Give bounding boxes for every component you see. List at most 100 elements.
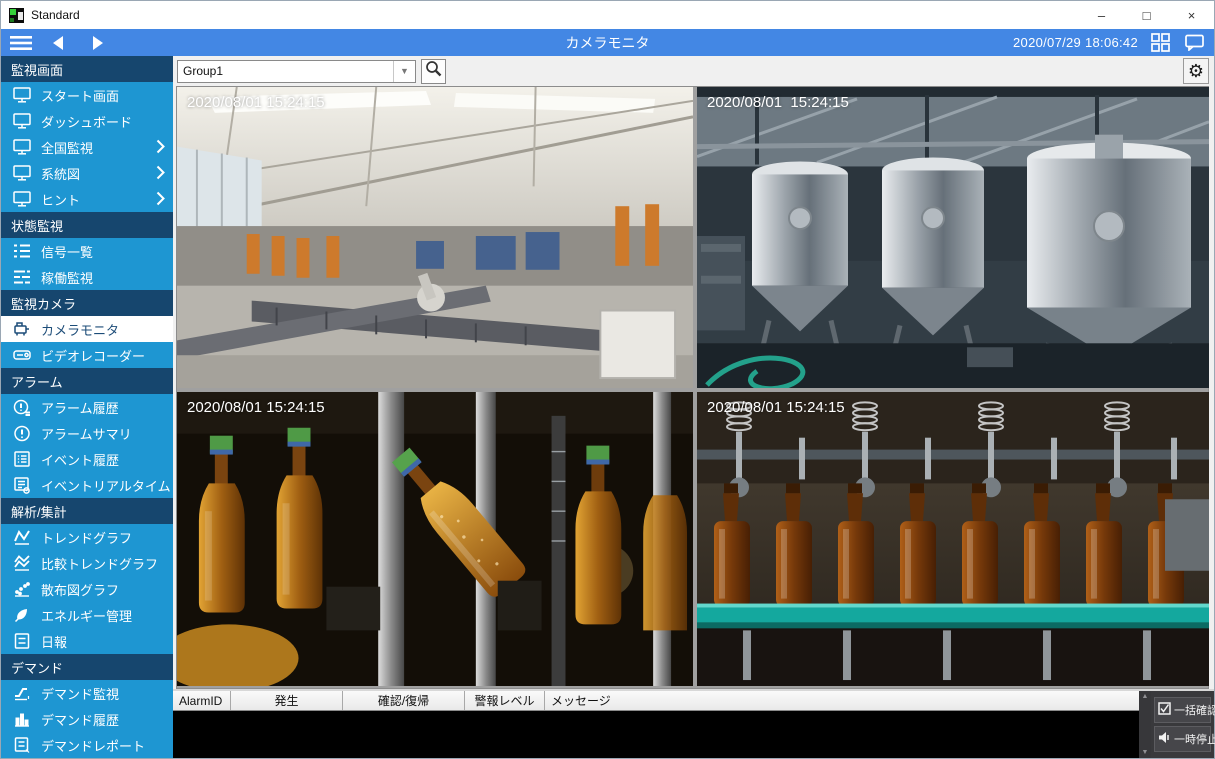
camera3-timestamp: 2020/08/01 15:24:15 [187,399,325,416]
window-title: Standard [31,8,1079,22]
confirm-all-button[interactable]: 一括確認 [1154,697,1211,723]
checkbox-checked-icon [1158,702,1171,718]
camera2-timestamp: 2020/08/01 15:24:15 [707,94,849,111]
monitor-icon [12,87,32,104]
sidebar-item-video-recorder[interactable]: ビデオレコーダー [1,342,173,368]
event-history-icon [12,451,32,468]
sidebar: 監視画面 スタート画面 ダッシュボード 全国監視 系統図 ヒント [1,56,173,758]
sidebar-item-system-diagram[interactable]: 系統図 [1,160,173,186]
camera2-scene-steel-tanks [697,87,1209,388]
speaker-pause-icon [1158,731,1171,747]
minimize-button[interactable]: – [1079,1,1124,29]
camera-toolbar: Group1 ▼ ⚙ [173,56,1214,86]
layout-grid-icon[interactable] [1148,32,1172,54]
sidebar-item-demand-report[interactable]: デマンドレポート [1,732,173,758]
sidebar-section-status-monitor: 状態監視 [1,212,173,238]
chevron-right-icon [156,139,165,157]
sidebar-item-compare-trend-graph[interactable]: 比較トレンドグラフ [1,550,173,576]
demand-history-icon [12,711,32,728]
sidebar-section-demand: デマンド [1,654,173,680]
sidebar-item-alarm-history[interactable]: アラーム履歴 [1,394,173,420]
event-realtime-icon [12,477,32,494]
sidebar-item-nationwide-monitor[interactable]: 全国監視 [1,134,173,160]
sidebar-item-demand-monitor[interactable]: デマンド監視 [1,680,173,706]
camera-feed-2[interactable]: 2020/08/01 15:24:15 [697,87,1209,388]
group-select[interactable]: Group1 ▼ [177,60,416,83]
sidebar-section-analysis: 解析/集計 [1,498,173,524]
camera-feed-4[interactable]: 2020/08/01 15:24:15 [697,392,1209,686]
camera-grid-wrapper: 2020/08/01 15:24:15 [173,86,1214,689]
alarm-list-empty [173,711,1139,758]
scroll-down-icon[interactable]: ▼ [1142,749,1149,756]
title-bar: Standard – □ × [1,1,1214,29]
sidebar-item-event-realtime[interactable]: イベントリアルタイム [1,472,173,498]
video-recorder-icon [12,347,32,364]
sidebar-item-start-screen[interactable]: スタート画面 [1,82,173,108]
alarm-history-icon [12,399,32,416]
sidebar-section-alarm: アラーム [1,368,173,394]
camera1-timestamp: 2020/08/01 15:24:15 [187,94,325,111]
sidebar-item-event-history[interactable]: イベント履歴 [1,446,173,472]
alarm-table: AlarmID 発生 確認/復帰 警報レベル メッセージ [173,691,1139,758]
alarm-summary-icon [12,425,32,442]
dropdown-arrow-icon: ▼ [393,61,415,82]
speech-bubble-icon[interactable] [1182,32,1206,54]
forward-icon[interactable] [85,32,109,54]
sidebar-section-camera: 監視カメラ [1,290,173,316]
sidebar-item-hint[interactable]: ヒント [1,186,173,212]
search-button[interactable] [421,59,446,84]
sidebar-item-trend-graph[interactable]: トレンドグラフ [1,524,173,550]
col-alarm-id[interactable]: AlarmID [173,691,231,710]
compare-trend-icon [12,555,32,572]
sidebar-item-scatter-graph[interactable]: 散布図グラフ [1,576,173,602]
monitor-icon [12,139,32,156]
scatter-graph-icon [12,581,32,598]
col-message[interactable]: メッセージ [545,691,1139,710]
camera-feed-1[interactable]: 2020/08/01 15:24:15 [177,87,693,388]
sidebar-section-monitor-screens: 監視画面 [1,56,173,82]
monitor-icon [12,191,32,208]
pause-button[interactable]: 一時停止 [1154,726,1211,752]
col-confirm-restore[interactable]: 確認/復帰 [343,691,465,710]
sidebar-item-operation-monitor[interactable]: 稼働監視 [1,264,173,290]
back-icon[interactable] [47,32,71,54]
sidebar-item-demand-history[interactable]: デマンド履歴 [1,706,173,732]
maximize-button[interactable]: □ [1124,1,1169,29]
close-button[interactable]: × [1169,1,1214,29]
alarm-scrollbar[interactable]: ▲ ▼ [1139,691,1151,758]
camera3-scene-bottle-filling [177,392,693,686]
sidebar-item-dashboard[interactable]: ダッシュボード [1,108,173,134]
app-bar: カメラモニタ 2020/07/29 18:06:42 [1,29,1214,56]
sidebar-item-alarm-summary[interactable]: アラームサマリ [1,420,173,446]
camera-grid: 2020/08/01 15:24:15 [176,86,1209,689]
daily-report-icon [12,633,32,650]
col-occurrence[interactable]: 発生 [231,691,343,710]
monitor-icon [12,113,32,130]
sidebar-item-daily-report[interactable]: 日報 [1,628,173,654]
scroll-up-icon[interactable]: ▲ [1142,693,1149,700]
chevron-right-icon [156,165,165,183]
camera4-timestamp: 2020/08/01 15:24:15 [707,399,845,416]
camera-feed-3[interactable]: 2020/08/01 15:24:15 [177,392,693,686]
monitor-icon [12,165,32,182]
demand-report-icon [12,737,32,754]
app-window: Standard – □ × カメラモニタ 2020/07/29 18:06:4… [0,0,1215,759]
sidebar-item-signal-list[interactable]: 信号一覧 [1,238,173,264]
current-datetime: 2020/07/29 18:06:42 [1013,35,1138,50]
alarm-actions-panel: 一括確認 一時停止 [1151,691,1214,758]
camera1-scene-factory-floor [177,87,693,388]
settings-button[interactable]: ⚙ [1183,58,1209,84]
menu-icon[interactable] [9,32,33,54]
sidebar-item-energy-management[interactable]: エネルギー管理 [1,602,173,628]
operation-monitor-icon [12,269,32,286]
alarm-panel: AlarmID 発生 確認/復帰 警報レベル メッセージ ▲ ▼ 一括確認 [173,689,1214,758]
chevron-right-icon [156,191,165,209]
trend-graph-icon [12,529,32,546]
col-alarm-level[interactable]: 警報レベル [465,691,545,710]
alarm-table-header: AlarmID 発生 確認/復帰 警報レベル メッセージ [173,691,1139,711]
app-icon [9,8,24,23]
signal-list-icon [12,243,32,260]
demand-monitor-icon [12,685,32,702]
sidebar-item-camera-monitor[interactable]: カメラモニタ [1,316,173,342]
camera-icon [12,321,32,338]
